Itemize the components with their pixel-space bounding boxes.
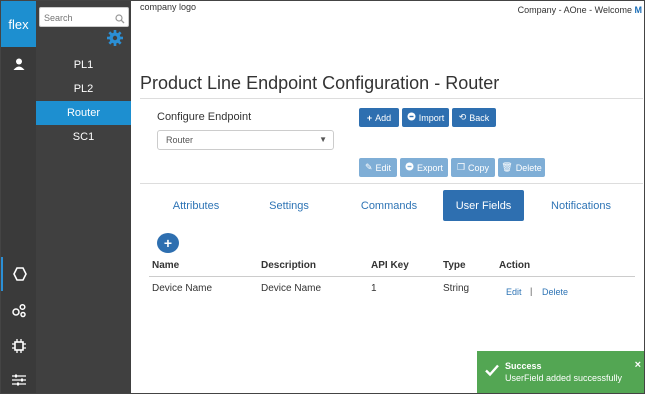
check-icon: [484, 363, 500, 382]
back-button[interactable]: ⟲ Back: [452, 108, 496, 127]
column-header-type: Type: [443, 260, 466, 271]
edit-icon: ✎: [364, 162, 373, 172]
action-separator: |: [530, 286, 533, 296]
gear-icon[interactable]: [106, 29, 124, 52]
hexagon-icon[interactable]: [1, 257, 36, 291]
circle-arrow-icon: [405, 162, 414, 173]
caret-down-icon: ▼: [319, 135, 327, 144]
cell-type: String: [443, 283, 470, 294]
tab-attributes[interactable]: Attributes: [161, 190, 231, 221]
tab-settings[interactable]: Settings: [256, 190, 322, 221]
copy-button[interactable]: ❐ Copy: [451, 158, 495, 177]
product-line-sidebar: PL1 PL2 Router SC1: [36, 1, 131, 393]
flex-logo[interactable]: flex: [1, 1, 36, 47]
search-input[interactable]: [40, 9, 112, 27]
add-label: Add: [375, 112, 392, 123]
welcome-text: Company - AOne - Welcome M: [518, 5, 642, 15]
add-button[interactable]: + Add: [359, 108, 399, 127]
table-header-divider: [149, 276, 635, 277]
user-menu[interactable]: M: [635, 5, 643, 15]
toast-message: UserField added successfully: [505, 373, 623, 383]
edit-label: Edit: [375, 162, 392, 173]
company-logo: company logo: [140, 2, 197, 12]
circle-arrow-icon: [407, 112, 416, 123]
endpoint-select-value: Router: [166, 135, 194, 145]
main-content: company logo Company - AOne - Welcome M …: [131, 1, 644, 393]
sidebar-item-pl1[interactable]: PL1: [36, 53, 131, 77]
plus-icon: +: [366, 112, 373, 123]
cell-name: Device Name: [152, 283, 213, 294]
sidebar-item-sc1[interactable]: SC1: [36, 125, 131, 149]
tab-commands[interactable]: Commands: [351, 190, 427, 221]
column-header-name: Name: [152, 260, 180, 271]
back-label: Back: [469, 112, 490, 123]
search-box: [39, 7, 129, 27]
tab-notifications[interactable]: Notifications: [541, 190, 621, 221]
column-header-action: Action: [499, 260, 531, 271]
icon-rail: flex: [1, 1, 36, 393]
export-label: Export: [416, 162, 443, 173]
page-title: Product Line Endpoint Configuration - Ro…: [140, 73, 500, 93]
sidebar-item-pl2[interactable]: PL2: [36, 77, 131, 101]
configure-endpoint-label: Configure Endpoint: [157, 111, 252, 123]
trash-icon: 🗑: [501, 162, 513, 172]
tab-user-fields[interactable]: User Fields: [443, 190, 524, 221]
back-arrow-icon: ⟲: [458, 112, 467, 122]
add-user-field-button[interactable]: +: [157, 233, 179, 253]
column-header-api-key: API Key: [371, 260, 409, 271]
cell-description: Device Name: [261, 283, 322, 294]
share-nodes-icon[interactable]: [1, 293, 36, 327]
toast-title: Success: [505, 361, 542, 371]
copy-label: Copy: [468, 162, 490, 173]
import-label: Import: [418, 112, 445, 123]
success-toast: Success UserField added successfully ×: [477, 351, 644, 393]
chip-icon[interactable]: [1, 329, 36, 363]
divider: [140, 183, 643, 184]
search-icon[interactable]: [115, 11, 125, 29]
row-delete-link[interactable]: Delete: [542, 287, 568, 297]
close-icon[interactable]: ×: [635, 359, 641, 371]
edit-button[interactable]: ✎ Edit: [359, 158, 397, 177]
endpoint-select[interactable]: Router ▼: [157, 130, 334, 150]
cell-api-key: 1: [371, 283, 377, 294]
sliders-icon[interactable]: [1, 363, 36, 394]
row-edit-link[interactable]: Edit: [506, 287, 522, 297]
delete-button[interactable]: 🗑 Delete: [498, 158, 545, 177]
sidebar-item-router[interactable]: Router: [36, 101, 131, 125]
column-header-description: Description: [261, 260, 317, 271]
user-icon[interactable]: [1, 47, 36, 81]
delete-label: Delete: [515, 162, 542, 173]
copy-icon: ❐: [456, 162, 466, 172]
import-button[interactable]: Import: [402, 108, 449, 127]
export-button[interactable]: Export: [400, 158, 448, 177]
welcome-company: Company - AOne - Welcome: [517, 5, 635, 15]
divider: [140, 98, 643, 99]
